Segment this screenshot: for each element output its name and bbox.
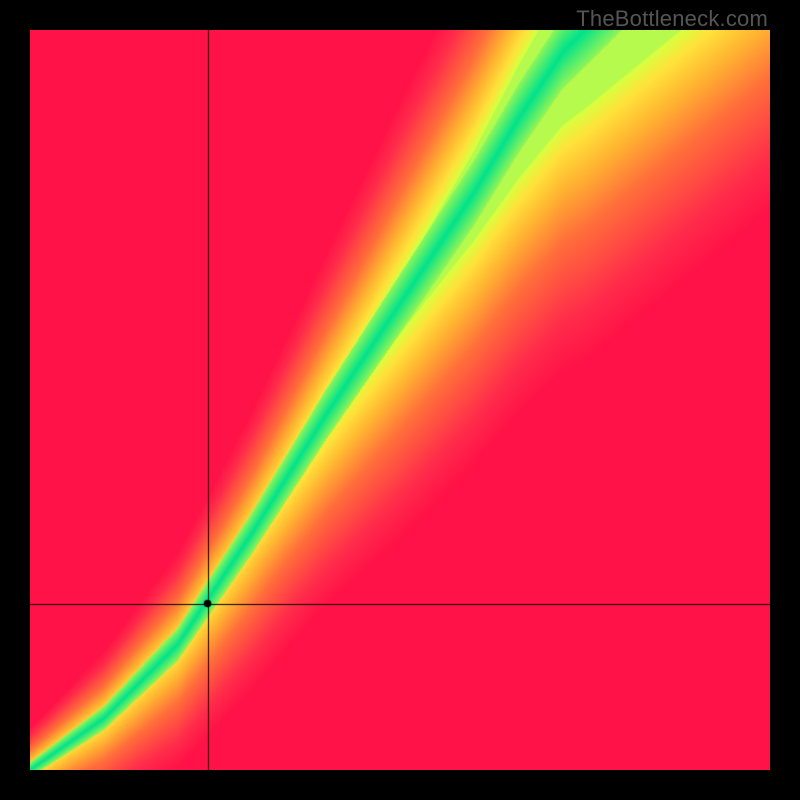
heatmap-canvas [30, 30, 770, 770]
watermark-text: TheBottleneck.com [576, 6, 768, 32]
chart-frame: TheBottleneck.com [0, 0, 800, 800]
